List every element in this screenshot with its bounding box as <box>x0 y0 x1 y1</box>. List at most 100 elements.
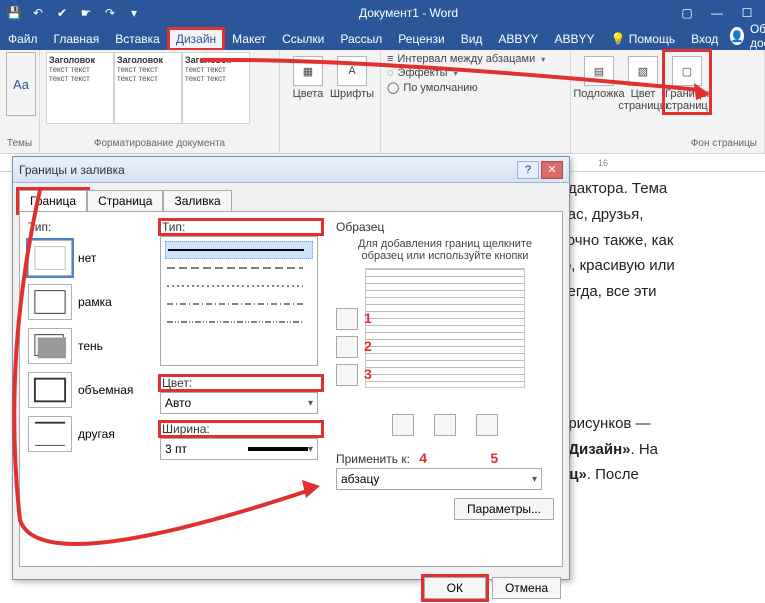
color-label: Цвет: <box>160 376 322 390</box>
themes-button[interactable]: Aа <box>6 52 36 116</box>
tab-review[interactable]: Рецензи <box>390 28 452 50</box>
tab-abbyy1[interactable]: ABBYY <box>490 28 546 50</box>
stylecard[interactable]: Заголовоктекст текст текст текст <box>114 52 182 124</box>
fmtgroup-label: Форматирование документа <box>46 138 273 151</box>
share-button[interactable]: 👤 Общий досту <box>726 22 765 50</box>
page-borders-button[interactable]: ▢Границы страниц <box>665 52 709 112</box>
bggroup-label: Фон страницы <box>691 138 757 151</box>
window-controls: ▢ — ☐ <box>673 2 761 24</box>
doc-line: сегда, все эти <box>560 281 765 303</box>
hmid-edge-button[interactable] <box>336 336 358 358</box>
options-button[interactable]: Параметры... <box>454 498 554 520</box>
tab-view[interactable]: Вид <box>453 28 491 50</box>
watermark-icon: ▤ <box>584 56 614 86</box>
ribbon-options-icon[interactable]: ▢ <box>673 2 701 24</box>
cancel-button[interactable]: Отмена <box>492 577 561 599</box>
dialog-title: Границы и заливка <box>19 163 125 177</box>
tab-file[interactable]: Файл <box>0 28 46 50</box>
tab-mailings[interactable]: Рассыл <box>332 28 390 50</box>
setting-label: Тип: <box>28 220 146 234</box>
top-edge-button[interactable] <box>336 308 358 330</box>
params-row: Параметры... <box>336 498 554 520</box>
qat-more-icon[interactable]: ▾ <box>124 3 144 23</box>
dialog-tab-border[interactable]: Граница <box>19 190 87 212</box>
tab-help[interactable]: 💡 Помощь <box>602 28 683 50</box>
edge-buttons-bottom <box>336 414 554 436</box>
palette-icon: ▦ <box>293 56 323 86</box>
set-default-button[interactable]: ◯По умолчанию <box>387 80 564 95</box>
colors-button[interactable]: ▦Цвета <box>286 52 330 100</box>
tab-signin[interactable]: Вход <box>683 28 726 50</box>
dialog-close-icon[interactable]: ✕ <box>541 161 563 179</box>
setting-box[interactable]: рамка <box>28 284 146 320</box>
ribbon: Aа Темы Заголовоктекст текст текст текст… <box>0 50 765 154</box>
redo-icon[interactable]: ↷ <box>100 3 120 23</box>
dialog-help-icon[interactable]: ? <box>517 161 539 179</box>
maximize-icon[interactable]: ☐ <box>733 2 761 24</box>
setting-none[interactable]: нет <box>28 240 146 276</box>
save-icon[interactable]: 💾 <box>4 3 24 23</box>
apply-to-dropdown[interactable]: абзацу▾ <box>336 468 542 490</box>
font-icon: A <box>337 56 367 86</box>
effects-button[interactable]: ◌Эффекты▾ <box>387 66 564 80</box>
marker-3: 3 <box>364 366 372 382</box>
preview-hint: Для добавления границ щелкните образец и… <box>336 238 554 262</box>
dialog-tab-page[interactable]: Страница <box>87 190 163 212</box>
setting-3d[interactable]: объемная <box>28 372 146 408</box>
marker-4: 4 <box>419 450 427 466</box>
paragraph-spacing-button[interactable]: ≡Интервал между абзацами▾ <box>387 52 564 66</box>
custom-icon <box>28 416 72 452</box>
watermark-button[interactable]: ▤Подложка <box>577 52 621 100</box>
stylecard[interactable]: Заголовоктекст текст текст текст <box>46 52 114 124</box>
tab-insert[interactable]: Вставка <box>107 28 168 50</box>
ruler-mark: 16 <box>598 158 608 168</box>
ok-button[interactable]: ОК <box>424 577 486 599</box>
share-label: Общий досту <box>750 22 765 50</box>
tab-layout[interactable]: Макет <box>224 28 274 50</box>
doc-line: иц». После <box>560 464 765 486</box>
tab-abbyy2[interactable]: ABBYY <box>546 28 602 50</box>
touch-icon[interactable]: ☛ <box>76 3 96 23</box>
effects-icon: ◌ <box>387 67 394 79</box>
apply-label: Применить к: <box>336 452 410 466</box>
dialog-tab-fill[interactable]: Заливка <box>163 190 231 212</box>
marker-2: 2 <box>364 338 372 354</box>
color-dropdown[interactable]: Авто▾ <box>160 392 318 414</box>
marker-5: 5 <box>490 450 498 466</box>
setting-shadow[interactable]: тень <box>28 328 146 364</box>
stylecard[interactable]: Заголовоктекст текст текст текст <box>182 52 250 124</box>
marker-1: 1 <box>364 310 372 326</box>
borders-icon: ▢ <box>672 56 702 86</box>
box-icon <box>28 284 72 320</box>
tab-references[interactable]: Ссылки <box>274 28 332 50</box>
fonts-button[interactable]: AШрифты <box>330 52 374 100</box>
bottom-edge-button[interactable] <box>336 364 358 386</box>
dialog-tabs: Граница Страница Заливка <box>13 183 569 211</box>
undo-icon[interactable]: ↶ <box>28 3 48 23</box>
threeD-icon <box>28 372 72 408</box>
left-edge-button[interactable] <box>392 414 414 436</box>
vmid-edge-button[interactable] <box>434 414 456 436</box>
none-icon <box>28 240 72 276</box>
dialog-titlebar: Границы и заливка ? ✕ <box>13 157 569 183</box>
width-dropdown[interactable]: 3 пт▾ <box>160 438 318 460</box>
edge-buttons-left <box>336 308 358 386</box>
minimize-icon[interactable]: — <box>703 2 731 24</box>
setting-custom[interactable]: другая <box>28 416 146 452</box>
tab-design[interactable]: Дизайн <box>168 28 224 50</box>
tab-home[interactable]: Главная <box>46 28 108 50</box>
style-listbox[interactable] <box>160 236 318 366</box>
spacing-icon: ≡ <box>387 53 393 65</box>
doc-line: вас, друзья, <box>560 204 765 226</box>
preview-pane[interactable] <box>365 268 525 388</box>
doc-line: едактора. Тема <box>560 178 765 200</box>
default-icon: ◯ <box>387 81 399 94</box>
quick-access-toolbar: 💾 ↶ ✔ ☛ ↷ ▾ <box>4 3 144 23</box>
user-icon: 👤 <box>730 27 744 45</box>
title-bar: 💾 ↶ ✔ ☛ ↷ ▾ Документ1 - Word ▢ — ☐ <box>0 0 765 26</box>
right-edge-button[interactable] <box>476 414 498 436</box>
spellcheck-icon[interactable]: ✔ <box>52 3 72 23</box>
page-color-button[interactable]: ▧Цвет страницы <box>621 52 665 112</box>
styleset-group: Заголовоктекст текст текст текст Заголов… <box>40 50 280 153</box>
styleset-gallery[interactable]: Заголовоктекст текст текст текст Заголов… <box>46 52 273 124</box>
